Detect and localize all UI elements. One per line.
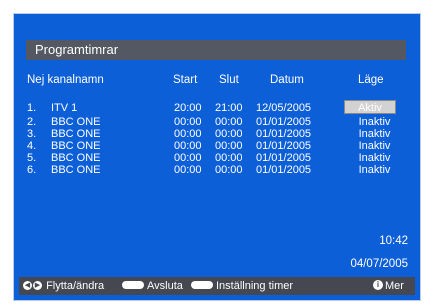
more-label: Mer bbox=[385, 280, 404, 292]
timer-row[interactable]: 1. ITV 1 20:00 21:00 12/05/2005 Aktiv bbox=[14, 100, 422, 114]
column-header-start: Start bbox=[173, 74, 198, 86]
timer-channel: BBC ONE bbox=[51, 128, 101, 140]
clock-time: 10:42 bbox=[379, 235, 408, 247]
timer-stop: 21:00 bbox=[215, 102, 243, 114]
timer-row[interactable]: 2. BBC ONE 00:00 00:00 01/01/2005 Inakti… bbox=[14, 116, 422, 128]
footer-bar: ◀ ▶ Flytta/ändra Avsluta Inställning time… bbox=[19, 277, 415, 295]
timer-start: 20:00 bbox=[174, 102, 202, 114]
timer-stop: 00:00 bbox=[215, 152, 243, 164]
timer-row[interactable]: 5. BBC ONE 00:00 00:00 01/01/2005 Inakti… bbox=[14, 152, 422, 164]
timer-start: 00:00 bbox=[174, 152, 202, 164]
timer-date: 01/01/2005 bbox=[256, 152, 312, 164]
timer-settings-hint[interactable]: Inställning timer bbox=[191, 277, 293, 295]
timer-screen: Programtimrar Nej kanalnamn Start Slut D… bbox=[13, 13, 421, 301]
timer-start: 00:00 bbox=[174, 116, 202, 128]
timer-index: 2. bbox=[27, 116, 37, 128]
column-header-stop: Slut bbox=[219, 74, 239, 86]
exit-hint[interactable]: Avsluta bbox=[122, 277, 183, 295]
timer-stop: 00:00 bbox=[215, 164, 243, 176]
column-header-index-name: Nej kanalnamn bbox=[27, 74, 104, 86]
timer-channel: BBC ONE bbox=[51, 116, 101, 128]
timer-mode[interactable]: Inaktiv bbox=[352, 128, 397, 140]
timer-settings-label: Inställning timer bbox=[216, 280, 294, 292]
timer-mode[interactable]: Inaktiv bbox=[352, 152, 397, 164]
timer-row[interactable]: 4. BBC ONE 00:00 00:00 01/01/2005 Inakti… bbox=[14, 140, 422, 152]
column-header-date: Datum bbox=[270, 74, 304, 86]
timer-index: 3. bbox=[27, 128, 37, 140]
timer-date: 01/01/2005 bbox=[256, 116, 312, 128]
timer-mode[interactable]: Inaktiv bbox=[352, 164, 397, 176]
exit-label: Avsluta bbox=[147, 280, 183, 292]
timer-index: 4. bbox=[27, 140, 37, 152]
left-arrow-icon: ◀ bbox=[23, 280, 32, 290]
timer-channel: BBC ONE bbox=[51, 140, 101, 152]
timer-channel: BBC ONE bbox=[51, 164, 101, 176]
timer-index: 5. bbox=[27, 152, 37, 164]
right-arrow-icon: ▶ bbox=[33, 280, 42, 290]
timer-date: 01/01/2005 bbox=[256, 128, 312, 140]
timer-date: 12/05/2005 bbox=[256, 102, 312, 114]
move-label: Flytta/ändra bbox=[46, 280, 105, 292]
clock-date: 04/07/2005 bbox=[350, 258, 408, 270]
timer-mode[interactable]: Inaktiv bbox=[352, 140, 397, 152]
timer-stop: 00:00 bbox=[215, 128, 243, 140]
timer-index: 1. bbox=[27, 102, 37, 114]
timer-channel: ITV 1 bbox=[51, 102, 78, 114]
timer-start: 00:00 bbox=[174, 140, 202, 152]
move-hint[interactable]: ◀ ▶ Flytta/ändra bbox=[23, 277, 104, 295]
timer-row[interactable]: 3. BBC ONE 00:00 00:00 01/01/2005 Inakti… bbox=[14, 128, 422, 140]
timer-date: 01/01/2005 bbox=[256, 164, 312, 176]
timer-stop: 00:00 bbox=[215, 140, 243, 152]
column-header-mode: Läge bbox=[358, 74, 384, 86]
timer-date: 01/01/2005 bbox=[256, 140, 312, 152]
ok-key-icon bbox=[191, 281, 213, 290]
timer-start: 00:00 bbox=[174, 164, 202, 176]
timer-mode-selected[interactable]: Aktiv bbox=[344, 100, 396, 114]
info-icon: i bbox=[373, 280, 383, 291]
menu-key-icon bbox=[122, 281, 144, 290]
page-title: Programtimrar bbox=[26, 40, 406, 60]
timer-stop: 00:00 bbox=[215, 116, 243, 128]
timer-index: 6. bbox=[27, 164, 37, 176]
timer-channel: BBC ONE bbox=[51, 152, 101, 164]
timer-row[interactable]: 6. BBC ONE 00:00 00:00 01/01/2005 Inakti… bbox=[14, 164, 422, 176]
timer-mode[interactable]: Inaktiv bbox=[352, 116, 397, 128]
timer-start: 00:00 bbox=[174, 128, 202, 140]
more-hint[interactable]: i Mer bbox=[373, 277, 404, 295]
